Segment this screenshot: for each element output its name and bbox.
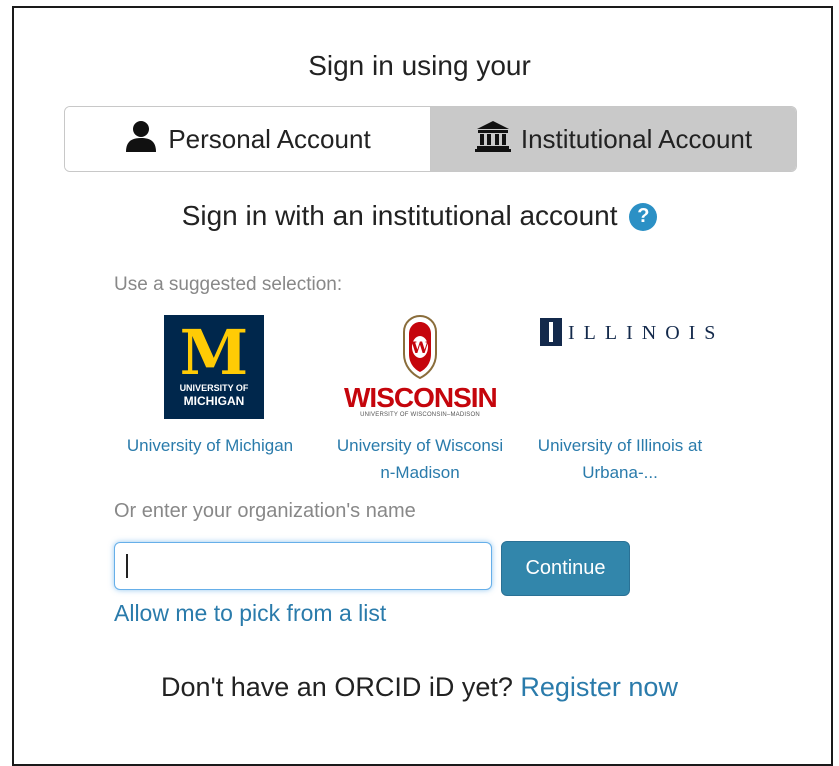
page-title: Sign in using your xyxy=(308,50,531,81)
suggestion-umich-name: University of Michigan xyxy=(126,436,294,455)
register-now-link[interactable]: Register now xyxy=(520,672,678,702)
continue-button[interactable]: Continue xyxy=(501,541,630,596)
account-type-toggle: Personal Account Institutional Account xyxy=(64,106,797,172)
personal-account-tab[interactable]: Personal Account xyxy=(65,107,431,171)
wisconsin-logo[interactable]: W WISCONSIN UNIVERSITY OF WISCONSIN–MADI… xyxy=(320,312,520,424)
institutional-signin-heading: Sign in with an institutional account ? xyxy=(0,200,839,232)
suggestion-wisconsin-name-line1: University of Wisconsi xyxy=(336,436,504,455)
register-prompt-text: Don't have an ORCID iD yet? xyxy=(161,672,513,702)
pick-from-list-link[interactable]: Allow me to pick from a list xyxy=(114,600,386,627)
umich-logo[interactable]: M UNIVERSITY OF MICHIGAN xyxy=(110,312,310,424)
suggested-selection-label: Use a suggested selection: xyxy=(114,274,343,295)
suggested-institutions: M UNIVERSITY OF MICHIGAN University of M… xyxy=(110,312,730,492)
umich-logo-line1: UNIVERSITY OF xyxy=(179,383,249,393)
illinois-block-i-icon xyxy=(540,318,562,346)
institution-icon xyxy=(474,120,511,159)
personal-account-label: Personal Account xyxy=(168,123,371,154)
org-name-input[interactable] xyxy=(114,542,492,590)
suggestion-wisconsin-name-line2: n-Madison xyxy=(380,463,460,482)
institutional-account-label: Institutional Account xyxy=(520,123,753,154)
org-name-label: Or enter your organization's name xyxy=(114,500,416,522)
suggestion-wisconsin[interactable]: W WISCONSIN UNIVERSITY OF WISCONSIN–MADI… xyxy=(320,312,520,482)
suggestion-illinois[interactable]: ILLINOIS University of Illinois at Urban… xyxy=(520,312,720,482)
question-circle-icon[interactable]: ? xyxy=(629,202,658,231)
umich-block-m: M xyxy=(179,316,249,389)
suggestion-illinois-name-line2: Urbana-... xyxy=(582,463,658,482)
text-caret xyxy=(126,554,128,578)
wisconsin-logo-art: W WISCONSIN UNIVERSITY OF WISCONSIN–MADI… xyxy=(340,312,500,424)
umich-logo-block: M UNIVERSITY OF MICHIGAN xyxy=(164,315,264,419)
person-icon xyxy=(124,119,158,160)
suggestion-wisconsin-link[interactable]: University of Wisconsi n-Madison xyxy=(320,432,520,486)
wisconsin-subtext: UNIVERSITY OF WISCONSIN–MADISON xyxy=(360,412,480,418)
umich-logo-line2: MICHIGAN xyxy=(183,394,245,408)
illinois-logo[interactable]: ILLINOIS xyxy=(520,312,720,424)
illinois-logo-art: ILLINOIS xyxy=(530,318,730,348)
wisconsin-wordmark: WISCONSIN xyxy=(344,382,498,413)
wisconsin-crest-icon: W xyxy=(403,314,437,380)
institutional-account-tab[interactable]: Institutional Account xyxy=(431,107,796,171)
illinois-wordmark: ILLINOIS xyxy=(568,322,725,344)
suggestion-umich-link[interactable]: University of Michigan xyxy=(110,432,310,459)
suggestion-umich[interactable]: M UNIVERSITY OF MICHIGAN University of M… xyxy=(110,312,310,455)
umich-logo-text: UNIVERSITY OF MICHIGAN xyxy=(164,383,264,408)
suggestion-illinois-name-line1: University of Illinois at xyxy=(537,436,703,455)
suggestion-illinois-link[interactable]: University of Illinois at Urbana-... xyxy=(520,432,720,486)
institutional-heading-text: Sign in with an institutional account xyxy=(181,200,618,231)
wisconsin-crest-letter: W xyxy=(410,338,430,357)
register-prompt: Don't have an ORCID iD yet? Register now xyxy=(0,672,839,703)
